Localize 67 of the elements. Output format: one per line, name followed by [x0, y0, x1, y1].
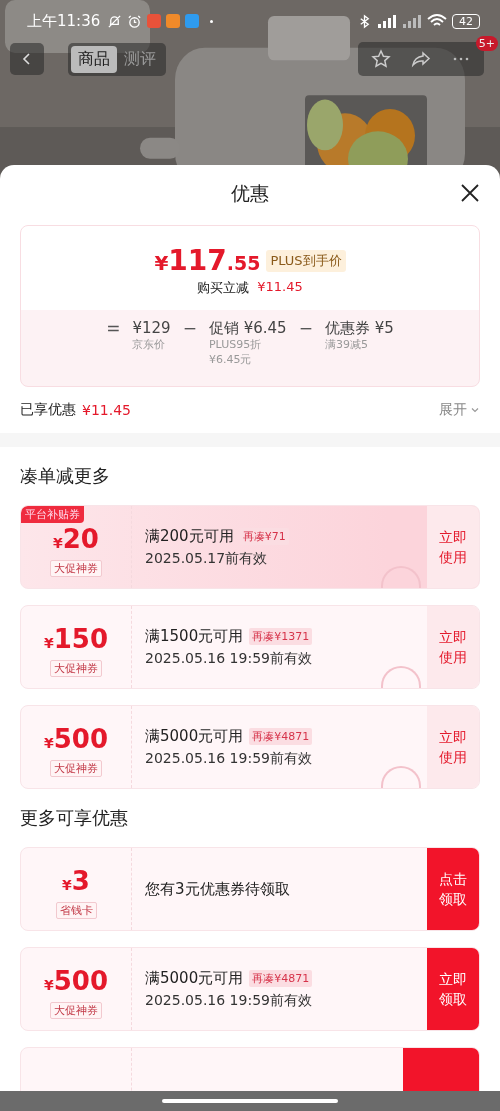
coupon-action-button[interactable]: 点击领取 [427, 848, 479, 930]
coupon-action-button[interactable]: 立即使用 [427, 506, 479, 588]
notification-dot-icon [210, 19, 214, 23]
breakdown-note: 满39减5 [324, 337, 369, 352]
breakdown-note: 京东价 [132, 337, 167, 352]
bell-off-icon [107, 13, 123, 29]
coupon-validity: 2025.05.16 19:59前有效 [145, 991, 313, 1010]
coupon-condition: 满200元可用 [145, 526, 234, 546]
nav-tab[interactable]: 商品 [71, 45, 117, 73]
breakdown-note: ¥6.45元 [208, 352, 253, 367]
saving-label: 购买立减 [197, 279, 250, 297]
coupon-amount: ¥3 [62, 865, 90, 898]
coupon-amount: ¥150 [44, 623, 108, 656]
operator-sign: − [182, 319, 197, 337]
coupon-action-button[interactable]: 立即使用 [427, 606, 479, 688]
signal-icon [377, 14, 397, 28]
remaining-amount: 再凑¥4871 [249, 727, 313, 745]
signal-icon [402, 14, 422, 28]
coupon-condition: 您有3元优惠券待领取 [145, 879, 290, 899]
coupon-condition: 满5000元可用 [145, 968, 244, 988]
section-title: 更多可享优惠 [20, 806, 129, 830]
coupon-action-button[interactable]: 立即领取 [427, 948, 479, 1030]
breakdown-value: 优惠券 ¥5 [324, 319, 394, 337]
expand-button[interactable]: 展开 [439, 401, 480, 419]
coupon-amount: ¥20 [53, 523, 99, 556]
more-icon [453, 57, 469, 61]
section-title: 凑单减更多 [20, 464, 111, 488]
breakdown-value: 促销 ¥6.45 [208, 319, 287, 337]
coupon-validity: 2025.05.17前有效 [145, 549, 269, 568]
share-icon [411, 49, 431, 69]
chevron-down-icon [470, 405, 480, 415]
back-button[interactable] [10, 43, 44, 75]
sheet-title: 优惠 [231, 181, 269, 206]
operator-sign: = [106, 319, 121, 337]
app-icon [166, 14, 181, 28]
price-tag: PLUS到手价 [266, 249, 346, 272]
app-icon [147, 14, 162, 28]
coupon-type: 大促神券 [50, 559, 102, 577]
coupon-action-button[interactable]: 立即使用 [427, 706, 479, 788]
saving-amount: ¥11.45 [257, 279, 303, 296]
app-icon [185, 14, 200, 28]
coupon-amount: ¥500 [44, 723, 108, 756]
status-time: 上午11:36 [27, 11, 101, 31]
coupon-validity: 2025.05.16 19:59前有效 [145, 749, 313, 768]
operator-sign: − [298, 319, 313, 337]
coupon-validity: 2025.05.16 19:59前有效 [145, 649, 313, 668]
coupon-type: 大促神券 [50, 759, 102, 777]
breakdown-value: ¥129 [132, 319, 171, 337]
coupon-condition: 满1500元可用 [145, 626, 244, 646]
remaining-amount: 再凑¥4871 [249, 969, 313, 987]
final-price: ¥117.55 [154, 244, 261, 277]
coupon-type: 省钱卡 [55, 901, 97, 919]
coupon-amount: ¥500 [44, 965, 108, 998]
coupon-type: 大促神券 [50, 659, 102, 677]
nav-tab[interactable]: 测评 [117, 45, 163, 73]
close-button[interactable] [460, 183, 480, 203]
alarm-icon [127, 13, 143, 29]
wifi-icon [427, 14, 447, 28]
star-icon [371, 49, 391, 69]
enjoyed-label: 已享优惠 [20, 401, 76, 419]
coupon-condition: 满5000元可用 [145, 726, 244, 746]
enjoyed-amount: ¥11.45 [82, 402, 131, 418]
remaining-amount: 再凑¥1371 [249, 627, 313, 645]
coupon-type: 大促神券 [50, 1001, 102, 1019]
coupon-tag: 平台补贴券 [21, 506, 84, 523]
breakdown-note: PLUS95折 [208, 337, 263, 352]
battery-level: 42 [452, 13, 480, 29]
